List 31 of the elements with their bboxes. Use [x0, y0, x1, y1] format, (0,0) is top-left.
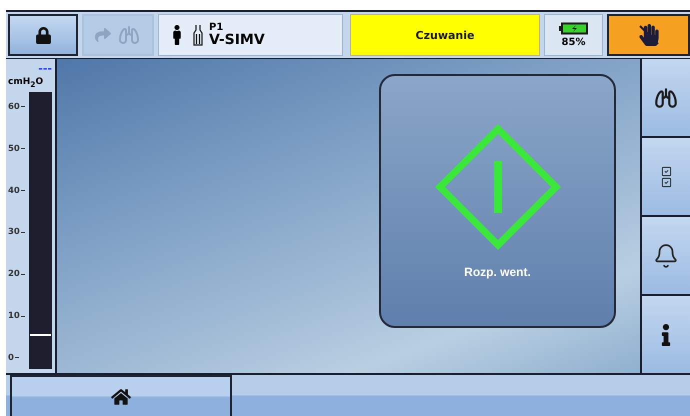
lungs-button[interactable] [642, 59, 690, 136]
home-button[interactable] [10, 375, 232, 416]
lock-icon [34, 26, 52, 44]
checklist-button[interactable] [642, 138, 690, 215]
scale-label: 50 [8, 144, 29, 154]
status-text: Czuwanie [416, 28, 474, 42]
battery-icon [558, 22, 588, 35]
lungs-icon [117, 23, 141, 47]
checklist-icon [660, 166, 672, 188]
crossed-hand-icon [638, 24, 660, 46]
lock-button[interactable] [8, 14, 78, 56]
info-button[interactable] [642, 296, 690, 373]
alarm-silence-button[interactable] [607, 14, 690, 56]
scale-label: 30 [8, 227, 29, 238]
ventilation-mode: V-SIMV [209, 33, 265, 47]
pressure-value: --- [38, 63, 52, 75]
scale-label: 0 [8, 352, 29, 363]
bell-icon [653, 242, 679, 268]
scale-label: 10 [8, 311, 29, 322]
start-ventilation-button[interactable]: Rozp. went. [379, 74, 616, 328]
battery-percent: 85% [562, 37, 586, 48]
curved-arrow-icon [95, 27, 111, 43]
pressure-unit: cmH$_{2}$O [8, 76, 44, 91]
scale-label: 60 [8, 102, 29, 112]
home-icon [111, 386, 131, 406]
scale-label: 40 [8, 186, 29, 196]
patient-name: P1 [209, 23, 224, 33]
scale-label: 20 [8, 269, 29, 280]
alarm-button[interactable] [642, 217, 690, 294]
power-diamond-icon [434, 123, 562, 251]
tube-icon [193, 24, 203, 46]
